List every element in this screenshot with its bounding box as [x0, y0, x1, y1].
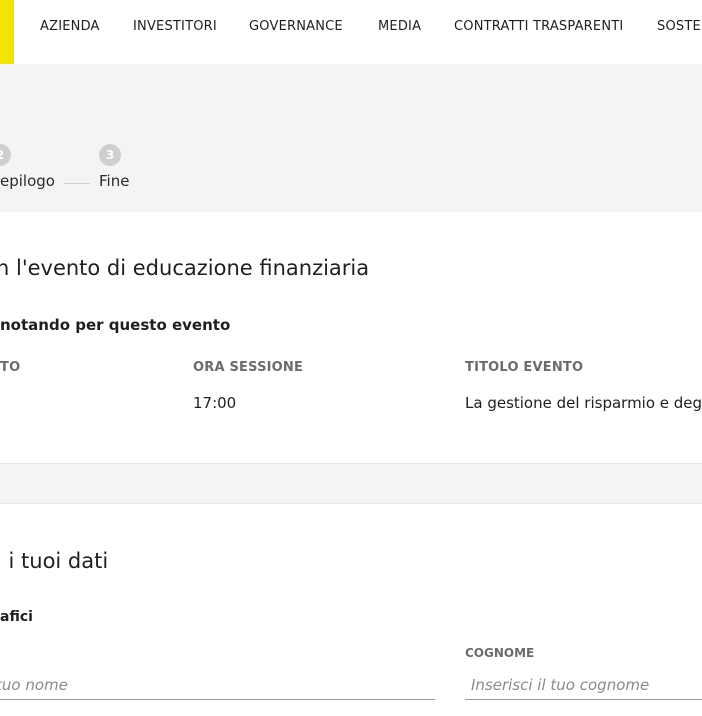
step-number-badge: 3	[99, 144, 121, 166]
nav-item-investitori[interactable]: INVESTITORI	[133, 19, 217, 34]
step-number-badge: 2	[0, 144, 11, 166]
event-section-title: n l'evento di educazione finanziaria	[0, 256, 370, 280]
page: AZIENDA INVESTITORI GOVERNANCE MEDIA CON…	[0, 0, 702, 716]
nav-item-media[interactable]: MEDIA	[378, 19, 421, 34]
personal-data-subtitle: afici	[0, 609, 33, 625]
nav-item-contratti-trasparenti[interactable]: CONTRATTI TRASPARENTI	[454, 19, 623, 34]
event-section-subtitle: notando per questo evento	[0, 316, 231, 334]
progress-stepper: 2 epilogo 3 Fine	[0, 64, 702, 213]
step-label-riepilogo: epilogo	[0, 172, 55, 190]
brand-logo-bar[interactable]	[0, 0, 14, 64]
cognome-label: COGNOME	[465, 646, 535, 660]
section-divider	[0, 463, 702, 504]
column-value-titolo-evento: La gestione del risparmio e degli	[465, 394, 702, 412]
nav-item-governance[interactable]: GOVERNANCE	[249, 19, 343, 34]
nav-item-sostenibilita[interactable]: SOSTE	[657, 19, 701, 34]
column-value-ora-sessione: 17:00	[193, 394, 237, 412]
nav-item-azienda[interactable]: AZIENDA	[40, 19, 100, 34]
column-header-evento: TO	[0, 360, 21, 375]
event-summary-section: n l'evento di educazione finanziaria not…	[0, 212, 702, 463]
personal-data-section: i i tuoi dati afici COGNOME	[0, 505, 702, 716]
column-header-ora-sessione: ORA SESSIONE	[193, 360, 304, 375]
step-connector	[64, 183, 90, 184]
nome-input[interactable]	[0, 670, 435, 700]
top-navigation: AZIENDA INVESTITORI GOVERNANCE MEDIA CON…	[0, 0, 702, 64]
personal-data-title: i i tuoi dati	[0, 549, 109, 573]
cognome-input[interactable]	[465, 670, 702, 700]
column-header-titolo-evento: TITOLO EVENTO	[465, 360, 584, 375]
step-label-fine: Fine	[99, 172, 130, 190]
